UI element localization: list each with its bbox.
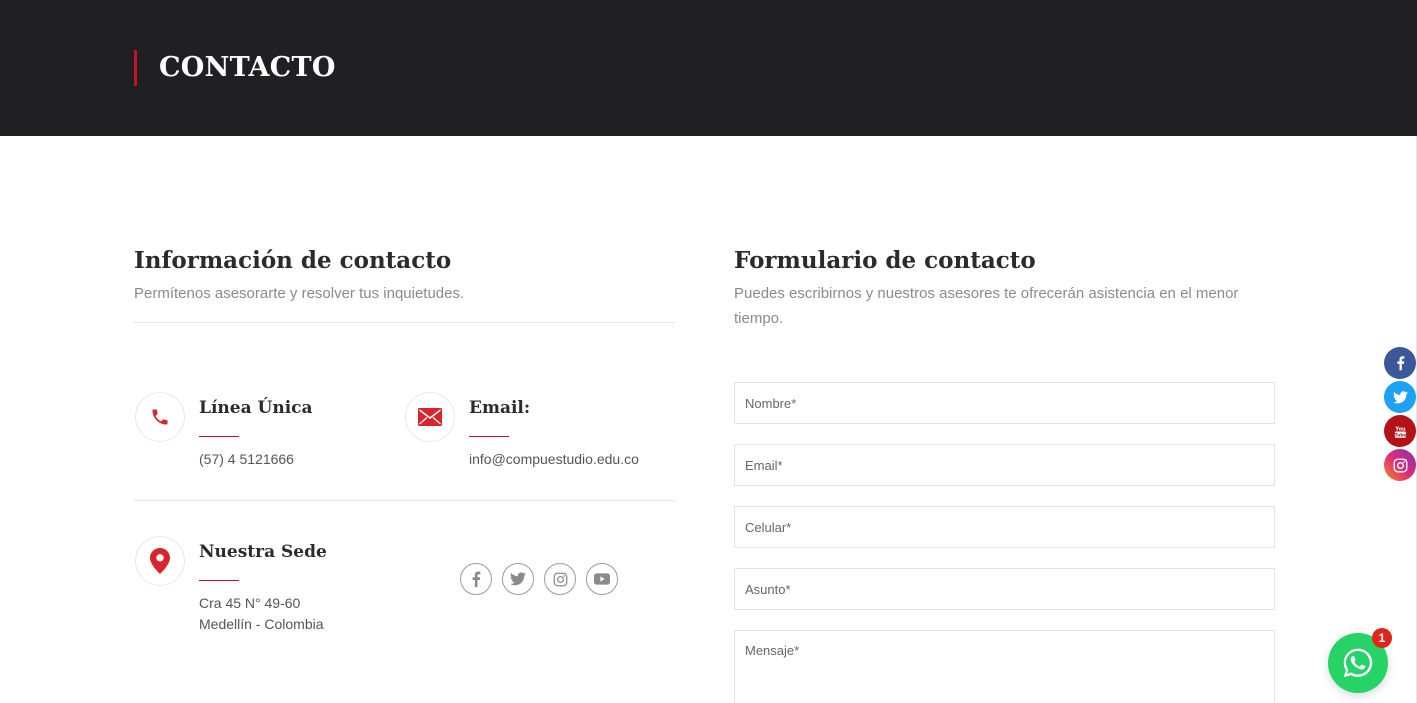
mail-icon-circle: [405, 392, 455, 442]
twitter-icon: [510, 572, 526, 586]
form-section-title: Formulario de contacto: [734, 247, 1036, 274]
nombre-field[interactable]: [734, 382, 1275, 424]
twitter-icon: [1392, 390, 1408, 403]
whatsapp-icon: [1343, 648, 1373, 678]
instagram-icon: [553, 572, 567, 586]
svg-text:Tube: Tube: [1394, 432, 1406, 438]
whatsapp-notification-badge: 1: [1372, 628, 1392, 648]
mensaje-field[interactable]: [734, 630, 1275, 703]
email-field[interactable]: [734, 444, 1275, 486]
svg-text:You: You: [1394, 426, 1406, 432]
mail-icon: [418, 408, 442, 426]
page-header: CONTACTO: [0, 0, 1417, 136]
celular-field[interactable]: [734, 506, 1275, 548]
map-pin-icon: [150, 548, 170, 574]
email-underline: [469, 436, 509, 437]
divider: [134, 322, 675, 323]
youtube-link[interactable]: [586, 563, 618, 595]
email-title: Email:: [469, 398, 531, 418]
asunto-field[interactable]: [734, 568, 1275, 610]
sede-title: Nuestra Sede: [199, 542, 327, 562]
facebook-link[interactable]: [460, 563, 492, 595]
phone-icon-circle: [135, 392, 185, 442]
floating-instagram-button[interactable]: [1384, 449, 1416, 481]
facebook-icon: [1396, 356, 1404, 371]
phone-underline: [199, 436, 239, 437]
map-pin-icon-circle: [135, 536, 185, 586]
info-section-title: Información de contacto: [134, 247, 452, 274]
instagram-icon: [1393, 458, 1407, 472]
sede-underline: [199, 580, 239, 581]
sede-address-line1: Cra 45 N° 49-60: [199, 595, 301, 611]
youtube-icon: [594, 573, 610, 585]
floating-youtube-button[interactable]: You Tube: [1384, 415, 1416, 447]
phone-icon: [152, 409, 168, 425]
youtube-icon: YouTube: [1394, 426, 1406, 438]
sede-address-line2: Medellín - Colombia: [199, 616, 324, 632]
instagram-link[interactable]: [544, 563, 576, 595]
email-value[interactable]: info@compuestudio.edu.co: [469, 449, 639, 470]
floating-twitter-button[interactable]: [1384, 381, 1416, 413]
facebook-icon: [472, 571, 481, 587]
phone-value: (57) 4 5121666: [199, 451, 294, 467]
twitter-link[interactable]: [502, 563, 534, 595]
divider: [134, 500, 675, 501]
title-accent-bar: [134, 50, 137, 86]
floating-facebook-button[interactable]: [1384, 347, 1416, 379]
page-title: CONTACTO: [159, 52, 336, 83]
form-section-subtitle: Puedes escribirnos y nuestros asesores t…: [734, 285, 1239, 327]
info-section-subtitle: Permítenos asesorarte y resolver tus inq…: [134, 285, 465, 302]
phone-title: Línea Única: [199, 398, 313, 418]
